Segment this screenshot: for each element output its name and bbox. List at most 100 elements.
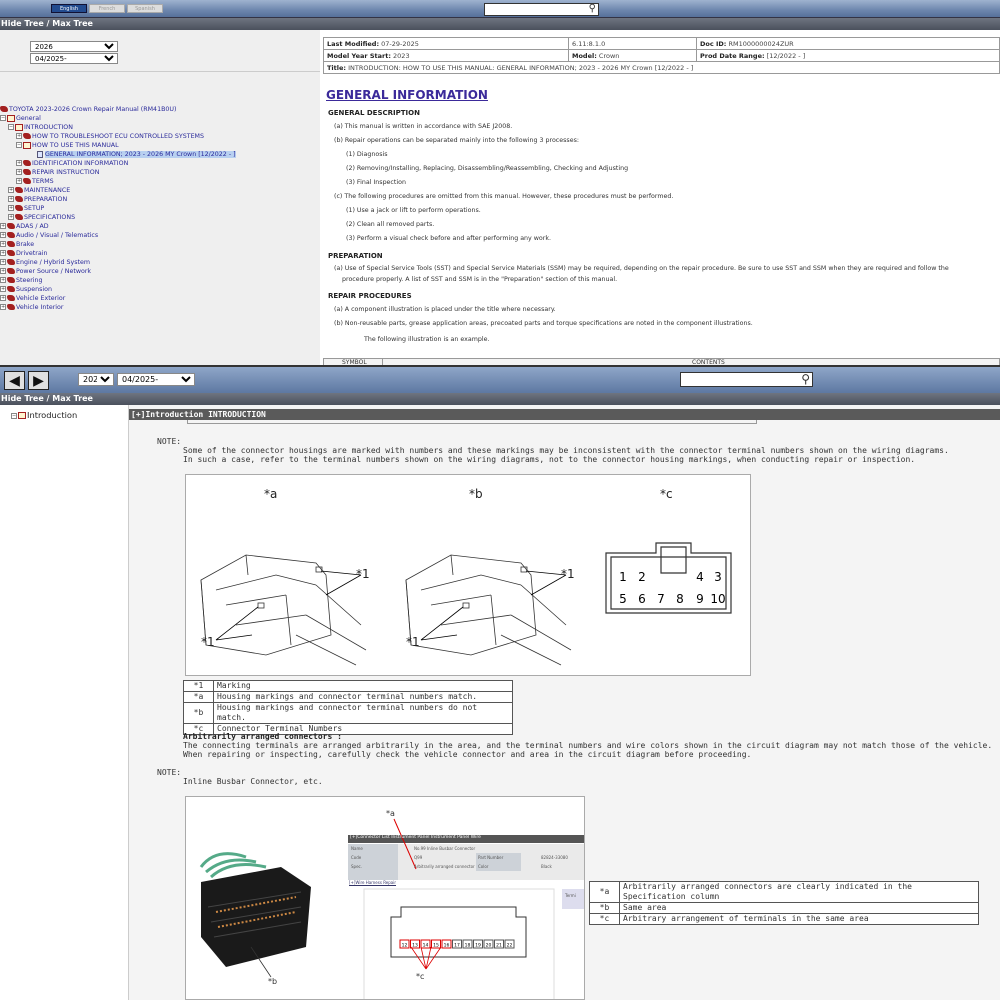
tree-item[interactable]: + MAINTENANCE [0,186,236,195]
collapse-icon[interactable]: − [0,115,6,121]
tree-item-label: REPAIR INSTRUCTION [32,169,100,176]
book-icon [0,106,8,112]
tree-item[interactable]: + Audio / Visual / Telematics [0,231,236,240]
tree-item[interactable]: + SPECIFICATIONS [0,213,236,222]
tree-item-label: ADAS / AD [16,223,49,230]
tree-item[interactable]: − HOW TO USE THIS MANUAL [0,141,236,150]
tree-item[interactable]: + Engine / Hybrid System [0,258,236,267]
expand-icon[interactable]: + [0,286,6,292]
text: (2) Removing/Installing, Replacing, Disa… [346,165,629,172]
tree-item[interactable]: + HOW TO TROUBLESHOOT ECU CONTROLLED SYST… [0,132,236,141]
tree-item[interactable]: + Power Source / Network [0,267,236,276]
tree-item[interactable]: − INTRODUCTION [0,123,236,132]
spanish-button[interactable]: Spanish [127,4,163,13]
callout-a: *a [386,809,395,818]
legend-table-2: *a Arbitrarily arranged connectors are cl… [589,881,979,925]
book-icon [23,169,31,175]
expand-icon[interactable]: + [0,223,6,229]
tree-item[interactable]: + PREPARATION [0,195,236,204]
search-icon[interactable]: ⚲ [589,3,596,14]
expand-icon[interactable]: + [8,205,14,211]
expand-icon[interactable]: + [0,304,6,310]
back-button[interactable]: ◀ [4,371,25,390]
text: (b) Repair operations can be separated m… [334,137,579,144]
tree-item-label: Steering [16,277,43,284]
date-select[interactable]: 04/2025- [117,373,195,386]
collapse-icon[interactable]: − [8,124,14,130]
expand-icon[interactable]: + [16,178,22,184]
english-button[interactable]: English [51,4,87,13]
book-icon [15,187,23,193]
tree-item-label: HOW TO TROUBLESHOOT ECU CONTROLLED SYSTE… [32,133,204,140]
legend-symbol: *a [183,691,214,703]
tree-item[interactable]: + REPAIR INSTRUCTION [0,168,236,177]
tree-item[interactable]: + Drivetrain [0,249,236,258]
tree-item[interactable]: + ADAS / AD [0,222,236,231]
legend-row: *b Housing markings and connector termina… [183,702,513,724]
expand-icon[interactable]: + [8,214,14,220]
expand-icon[interactable]: + [0,295,6,301]
pin-number: 22 [507,943,513,949]
year-select[interactable]: 2026 [30,41,118,52]
expand-icon[interactable]: + [0,259,6,265]
terminal-number: 10 [710,592,725,606]
french-button[interactable]: French [89,4,125,13]
terminal-number: 2 [638,570,646,584]
expand-icon[interactable]: + [0,232,6,238]
tree-item-label: GENERAL INFORMATION; 2023 - 2026 MY Crow… [45,151,236,158]
tree-item-label: Vehicle Interior [16,304,64,311]
hide-max-tree-toggle[interactable]: Hide Tree / Max Tree [0,18,1000,30]
pin-number: 19 [475,943,481,949]
search-icon[interactable]: ⚲ [801,372,810,386]
legend-row: *b Same area [589,902,979,914]
book-icon [7,250,15,256]
tree-item[interactable]: + Vehicle Interior [0,303,236,312]
collapse-icon[interactable]: − [11,412,17,419]
collapse-icon[interactable]: − [16,142,22,148]
tree-item[interactable]: TOYOTA 2023-2026 Crown Repair Manual (RM… [0,105,236,114]
value: 82824-33080 [541,855,568,860]
expand-icon[interactable]: + [8,187,14,193]
tree-item[interactable]: + Brake [0,240,236,249]
expand-icon[interactable]: + [16,160,22,166]
forward-button[interactable]: ▶ [28,371,49,390]
legend-text: Same area [619,902,979,914]
connector-b [405,554,572,666]
search-input[interactable]: ⚲ [484,3,599,16]
bottom-toolbar: ◀ ▶ 2026 04/2025- ⚲ [0,365,1000,393]
tree-item[interactable]: + IDENTIFICATION INFORMATION [0,159,236,168]
expand-icon[interactable]: + [0,277,6,283]
section-bar[interactable]: [+]Introduction INTRODUCTION [129,409,1000,420]
tree-item[interactable]: + Vehicle Exterior [0,294,236,303]
tree-item[interactable]: + TERMS [0,177,236,186]
tree-item[interactable]: + Steering [0,276,236,285]
legend-row: *1 Marking [183,680,513,692]
expand-icon[interactable]: + [8,196,14,202]
year-select[interactable]: 2026 [78,373,114,386]
expand-icon[interactable]: + [16,133,22,139]
tree-item[interactable]: − General [0,114,236,123]
tree-item[interactable]: − Introduction [0,408,128,419]
tree-item-label: Introduction [27,410,78,419]
page-title[interactable]: GENERAL INFORMATION [326,88,1000,102]
subheading: Arbitrarily arranged connectors : [183,732,342,741]
expand-icon[interactable]: + [0,241,6,247]
expand-icon[interactable]: + [0,268,6,274]
expand-icon[interactable]: + [0,250,6,256]
book-icon [15,196,23,202]
terminal-number-grid: 1 2 34 5 6 7 8 9 10 [619,570,725,606]
tree-item[interactable]: GENERAL INFORMATION; 2023 - 2026 MY Crow… [0,150,236,159]
text: (1) Use a jack or lift to perform operat… [346,207,481,214]
expand-icon[interactable]: + [16,169,22,175]
text: (a) This manual is written in accordance… [334,123,513,130]
book-icon [7,259,15,265]
search-input[interactable]: ⚲ [680,372,813,387]
value: No.99 Inline Busbar Connector [414,846,476,851]
hide-max-tree-toggle[interactable]: Hide Tree / Max Tree [0,393,1000,405]
tree-item-label: General [16,115,41,122]
callout-b: *b [469,487,483,501]
tree-item[interactable]: + Suspension [0,285,236,294]
date-select[interactable]: 04/2025- [30,53,118,64]
tree-panel: −IntroductionINTRODUCTIONGLOSSARY OF TER… [0,405,128,1000]
tree-item[interactable]: + SETUP [0,204,236,213]
